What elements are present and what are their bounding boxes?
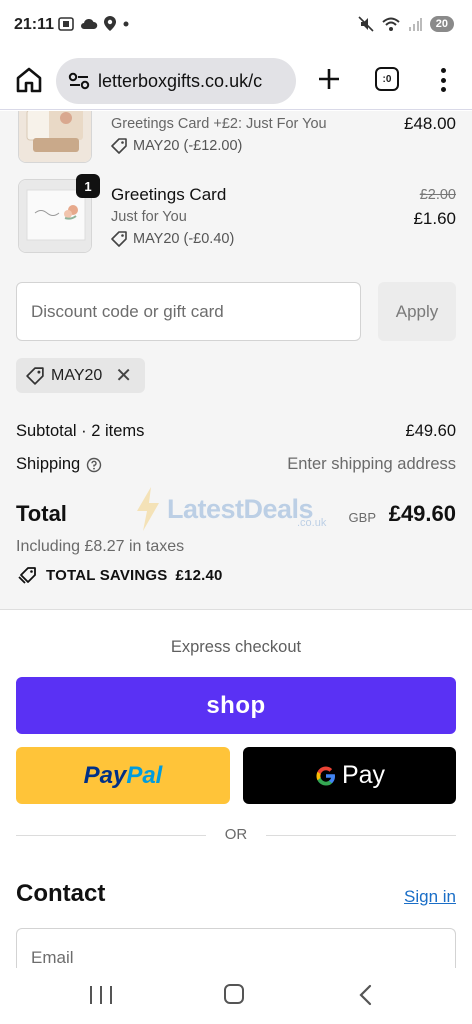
help-icon[interactable] (86, 457, 102, 473)
tag-icon (111, 231, 127, 247)
google-g-icon (316, 766, 335, 785)
product-thumbnail (18, 111, 92, 163)
subtotal-value: £49.60 (405, 422, 456, 440)
applied-discount-chip: MAY20 ✕ (16, 358, 145, 393)
total-label: Total (16, 501, 67, 526)
recent-apps-icon[interactable] (90, 986, 112, 1004)
savings-label: TOTAL SAVINGS (46, 566, 168, 584)
tab-switcher-button[interactable]: :0 (375, 67, 399, 91)
discount-code-input[interactable]: Discount code or gift card (16, 282, 361, 341)
status-time: 21:11 (14, 16, 55, 33)
home-nav-icon[interactable] (224, 984, 244, 1004)
site-settings-icon[interactable] (68, 72, 90, 90)
browser-toolbar: letterboxgifts.co.uk/c :0 (0, 52, 472, 110)
item-discount: MAY20 (-£12.00) (111, 138, 242, 154)
more-menu-icon[interactable] (436, 65, 450, 95)
location-icon (104, 16, 116, 31)
item-title: Greetings Card (111, 185, 227, 204)
total-savings: TOTAL SAVINGS £12.40 (18, 566, 223, 584)
google-pay-button[interactable]: Pay (243, 747, 456, 804)
mute-icon (358, 16, 374, 32)
status-bar: 21:11 20 (0, 0, 472, 52)
back-icon[interactable] (358, 984, 374, 1006)
shipping-label: Shipping (16, 455, 81, 473)
sign-in-link[interactable]: Sign in (404, 887, 456, 907)
home-icon[interactable] (14, 65, 44, 95)
total-amount: £49.60 (388, 501, 456, 526)
dot-icon (123, 21, 129, 26)
url-text: letterboxgifts.co.uk/c (98, 70, 263, 91)
shop-pay-logo: shop (206, 691, 266, 719)
address-bar[interactable]: letterboxgifts.co.uk/c (56, 58, 296, 104)
quantity-badge: 1 (76, 174, 100, 198)
item-price: £48.00 (404, 114, 456, 133)
cloud-icon (81, 18, 98, 29)
item-subtitle: Greetings Card +£2: Just For You (111, 116, 327, 132)
battery-indicator: 20 (429, 16, 454, 32)
status-right-icons: 20 (358, 16, 454, 32)
watermark-sub: .co.uk (297, 517, 327, 529)
express-checkout-label: Express checkout (170, 638, 302, 656)
screenshot-icon (58, 16, 74, 31)
wifi-icon (382, 17, 400, 31)
item-discount-text: MAY20 (-£12.00) (133, 138, 243, 154)
savings-tag-icon (18, 567, 36, 584)
status-left-icons (58, 16, 130, 31)
item-discount: MAY20 (-£0.40) (111, 231, 234, 247)
subtotal-label: Subtotal · 2 items (16, 422, 145, 440)
savings-value: £12.40 (175, 566, 223, 584)
apply-discount-button[interactable]: Apply (378, 282, 456, 341)
item-price: £1.60 (413, 209, 456, 228)
order-summary: Greetings Card +£2: Just For You MAY20 (… (0, 111, 472, 610)
gift-box-image (19, 111, 91, 162)
lightning-icon (137, 487, 159, 531)
latestdeals-watermark: LatestDeals .co.uk (135, 487, 326, 531)
shipping-row: Shipping (16, 455, 102, 474)
tag-icon (26, 366, 44, 385)
google-pay-label: Pay (341, 761, 386, 789)
tax-line: Including £8.27 in taxes (16, 538, 185, 555)
shipping-value: Enter shipping address (287, 455, 456, 473)
or-divider-label: OR (224, 826, 248, 843)
item-original-price: £2.00 (419, 187, 456, 203)
item-subtitle: Just for You (111, 209, 187, 225)
system-nav-bar (0, 968, 472, 1024)
shop-pay-button[interactable]: shop (16, 677, 456, 734)
signal-icon (408, 18, 422, 31)
total-currency: GBP (348, 510, 376, 525)
tag-icon (111, 138, 127, 154)
new-tab-icon[interactable] (314, 64, 344, 94)
watermark-text: LatestDeals (167, 493, 314, 524)
paypal-button[interactable]: PayPal (16, 747, 230, 804)
remove-discount-icon[interactable]: ✕ (115, 366, 132, 386)
paypal-logo: PayPal (83, 761, 163, 789)
item-discount-text: MAY20 (-£0.40) (133, 231, 235, 247)
contact-heading: Contact (16, 880, 106, 907)
applied-code-text: MAY20 (51, 366, 103, 384)
